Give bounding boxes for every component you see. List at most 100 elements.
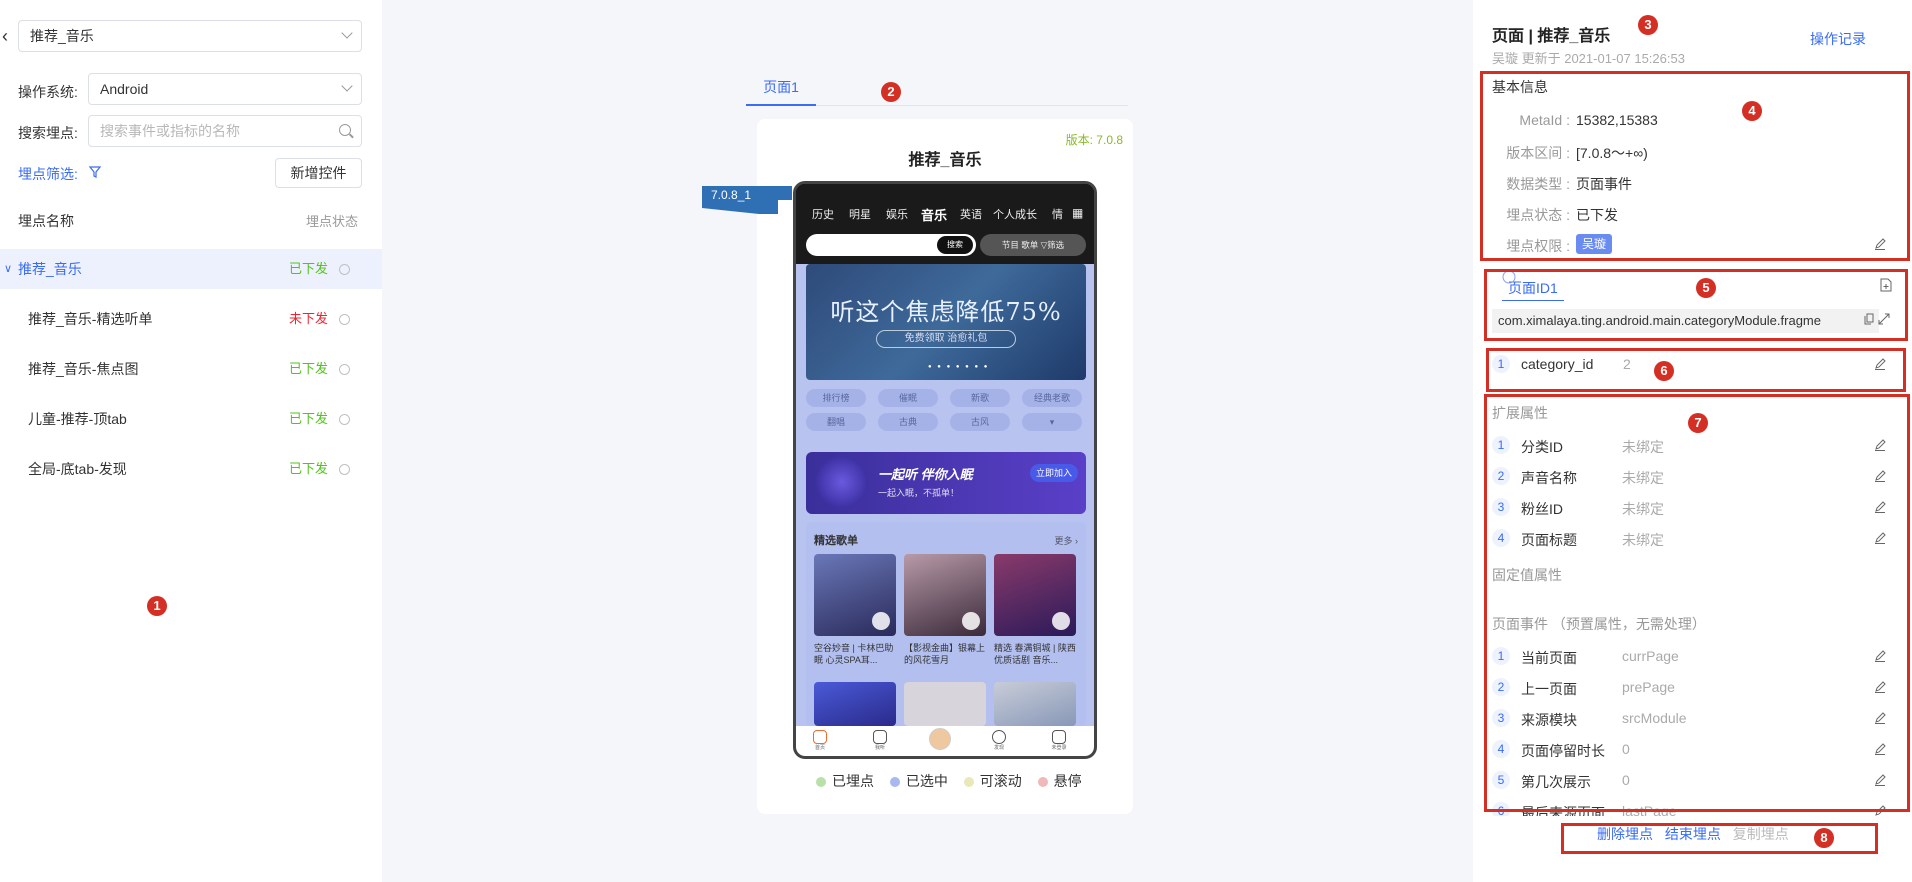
play-icon[interactable]: [962, 612, 980, 630]
status-text: 已下发: [289, 411, 329, 426]
detail-updated: 吴璇 更新于 2021-01-07 15:26:53: [1492, 51, 1685, 66]
search-icon[interactable]: [339, 124, 351, 136]
os-select[interactable]: Android: [88, 73, 362, 105]
phone-promo[interactable]: 一起听 伴你入眠 一起入眠，不孤单！ 立即加入: [806, 452, 1086, 514]
banner-sub: 免费领取 治愈礼包: [876, 330, 1016, 348]
annotation-marker-7: 7: [1688, 413, 1708, 433]
tab-home[interactable]: 首页: [810, 730, 830, 751]
tree-item-root[interactable]: ∨ 推荐_音乐 已下发: [0, 249, 382, 289]
tree-item[interactable]: 推荐_音乐-精选听单 未下发: [0, 299, 382, 339]
chip[interactable]: 古典: [878, 413, 938, 431]
playlist-more[interactable]: 更多 ›: [1055, 534, 1079, 547]
phone-nav-item[interactable]: 历史: [812, 206, 834, 222]
filter-label[interactable]: 埋点筛选:: [18, 164, 78, 184]
legend-dot: [1037, 777, 1048, 787]
settings-icon[interactable]: [339, 314, 350, 325]
phone-nav-item[interactable]: 情: [1052, 206, 1063, 222]
chip[interactable]: 经典老歌: [1022, 389, 1082, 407]
phone-nav: 历史 明星 娱乐 音乐 英语 个人成长 情 ▦: [796, 206, 1094, 226]
annotation-marker-1: 1: [147, 596, 167, 616]
status-text: 已下发: [289, 261, 329, 276]
phone-nav-item[interactable]: 英语: [960, 206, 982, 222]
promo-button[interactable]: 立即加入: [1030, 464, 1078, 482]
annotation-marker-2: 2: [881, 82, 901, 102]
legend-dot: [889, 777, 900, 787]
status-text: 未下发: [289, 311, 329, 326]
playlist-caption: 【影视金曲】银幕上的风花雪月: [904, 643, 986, 665]
search-input[interactable]: [100, 116, 320, 146]
tree-item[interactable]: 全局-底tab-发现 已下发: [0, 449, 382, 489]
search-box: [88, 115, 362, 147]
filter-icon[interactable]: [89, 166, 101, 178]
grid-icon[interactable]: ▦: [1072, 206, 1083, 220]
preview-title: 推荐_音乐: [908, 152, 982, 169]
phone-banner[interactable]: 听这个焦虑降低75% 免费领取 治愈礼包 ● ● ● ● ● ● ●: [806, 264, 1086, 380]
tab-page1[interactable]: 页面1: [746, 76, 816, 106]
chip[interactable]: 古风: [950, 413, 1010, 431]
tab-profile[interactable]: 未登录: [1049, 730, 1069, 751]
tree-item-label: 全局-底tab-发现: [28, 461, 127, 477]
left-panel: ‹ 推荐_音乐 操作系统: Android 搜索埋点: 埋点筛选: 新增控件 埋…: [0, 0, 382, 882]
play-disc-icon: [929, 728, 951, 750]
promo-sub: 一起入眠，不孤单！: [878, 488, 960, 498]
chip[interactable]: 排行榜: [806, 389, 866, 407]
play-icon[interactable]: [1052, 612, 1070, 630]
tree-item-label: 推荐_音乐-焦点图: [28, 361, 139, 377]
tree-item[interactable]: 推荐_音乐-焦点图 已下发: [0, 349, 382, 389]
chip[interactable]: 催眠: [878, 389, 938, 407]
phone-nav-item[interactable]: 个人成长: [993, 206, 1037, 222]
tree-item-label: 推荐_音乐: [18, 261, 82, 277]
caret-down-icon[interactable]: ∨: [4, 249, 12, 289]
promo-title: 一起听 伴你入眠: [878, 467, 973, 482]
back-icon[interactable]: ‹: [2, 26, 16, 46]
playlist-thumb[interactable]: [904, 554, 986, 636]
playlist-thumb[interactable]: [814, 554, 896, 636]
chevron-down-icon: [341, 27, 353, 39]
tab-listen[interactable]: 我听: [870, 730, 890, 751]
column-status-header: 埋点状态: [305, 214, 358, 229]
phone-nav-item[interactable]: 明星: [849, 206, 871, 222]
phone-search[interactable]: 搜索: [806, 234, 976, 256]
settings-icon[interactable]: [339, 464, 350, 475]
playlist-caption: 空谷妙音 | 卡林巴助眠 心灵SPA耳...: [814, 643, 894, 665]
settings-icon[interactable]: [339, 364, 350, 375]
phone-nav-item[interactable]: 娱乐: [886, 206, 908, 222]
annotation-box-6: [1486, 348, 1906, 392]
listen-icon: [873, 730, 887, 744]
add-control-button[interactable]: 新增控件: [275, 158, 362, 188]
legend-label: 可滚动: [979, 773, 1022, 789]
chip[interactable]: ▾: [1022, 413, 1082, 431]
phone-pills[interactable]: 节目 歌单 ▽筛选: [980, 234, 1086, 256]
phone-search-button[interactable]: 搜索: [937, 236, 973, 254]
chip[interactable]: 新歌: [950, 389, 1010, 407]
tab-label: 首页: [814, 745, 825, 751]
tab-label: 我听: [874, 745, 885, 751]
status-text: 已下发: [289, 461, 329, 476]
playlist-thumb[interactable]: [814, 682, 896, 726]
phone-nav-item[interactable]: 音乐: [921, 205, 947, 224]
page-select[interactable]: 推荐_音乐: [18, 20, 362, 52]
annotation-marker-4: 4: [1742, 101, 1762, 121]
chevron-down-icon: [341, 80, 353, 92]
tree-item[interactable]: 儿童-推荐-顶tab 已下发: [0, 399, 382, 439]
play-icon[interactable]: [872, 612, 890, 630]
profile-icon: [1052, 730, 1066, 744]
playlist-caption: 精选 春满铜城 | 陕西优质话剧 音乐...: [994, 643, 1076, 665]
phone-preview[interactable]: 历史 明星 娱乐 音乐 英语 个人成长 情 ▦ 搜索 节目 歌单 ▽筛选 听这个…: [793, 181, 1097, 759]
page-tabs: 页面1: [746, 76, 1128, 106]
phone-tabbar: 首页 我听 发现 未登录: [796, 726, 1094, 756]
tab-discover[interactable]: 发现: [989, 730, 1009, 751]
chip[interactable]: 翻唱: [806, 413, 866, 431]
annotation-box-4: [1480, 71, 1910, 261]
settings-icon[interactable]: [339, 414, 350, 425]
tab-play[interactable]: [929, 728, 951, 750]
version-flag: 7.0.8_1: [711, 188, 752, 202]
operation-log-link[interactable]: 操作记录: [1810, 29, 1866, 49]
os-label: 操作系统:: [18, 84, 78, 100]
settings-icon[interactable]: [339, 264, 350, 275]
playlist-thumb[interactable]: [994, 682, 1076, 726]
phone-body: 听这个焦虑降低75% 免费领取 治愈礼包 ● ● ● ● ● ● ● 排行榜 催…: [796, 264, 1094, 726]
banner-text: 听这个焦虑降低75%: [830, 298, 1062, 326]
playlist-thumb[interactable]: [904, 682, 986, 726]
playlist-thumb[interactable]: [994, 554, 1076, 636]
